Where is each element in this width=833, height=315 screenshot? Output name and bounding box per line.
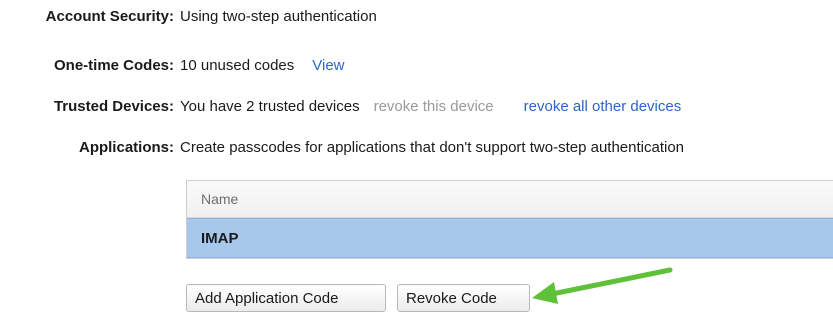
green-arrow-icon <box>532 267 673 304</box>
trusted-devices-row: Trusted Devices: You have 2 trusted devi… <box>0 98 681 116</box>
one-time-codes-label: One-time Codes: <box>53 57 174 74</box>
revoke-all-other-devices-link[interactable]: revoke all other devices <box>524 98 682 116</box>
table-row[interactable]: IMAP <box>187 218 833 258</box>
table-header-name[interactable]: Name <box>187 181 833 218</box>
one-time-codes-row: One-time Codes: 10 unused codes View <box>0 57 345 75</box>
trusted-devices-value: You have 2 trusted devices <box>180 98 360 115</box>
account-security-label: Account Security: <box>45 8 174 25</box>
revoke-this-device-link[interactable]: revoke this device <box>374 98 494 116</box>
applications-description: Create passcodes for applications that d… <box>180 139 685 156</box>
applications-label: Applications: <box>78 139 174 156</box>
trusted-devices-label: Trusted Devices: <box>53 98 174 115</box>
applications-table: Name IMAP <box>186 180 833 259</box>
one-time-codes-value: 10 unused codes <box>180 57 295 74</box>
revoke-code-button[interactable]: Revoke Code <box>397 284 530 312</box>
account-security-value: Using two-step authentication <box>180 8 377 25</box>
account-security-row: Account Security: Using two-step authent… <box>0 8 377 26</box>
add-application-code-button[interactable]: Add Application Code <box>186 284 386 312</box>
view-codes-link[interactable]: View <box>312 57 344 75</box>
applications-row: Applications: Create passcodes for appli… <box>0 139 684 157</box>
